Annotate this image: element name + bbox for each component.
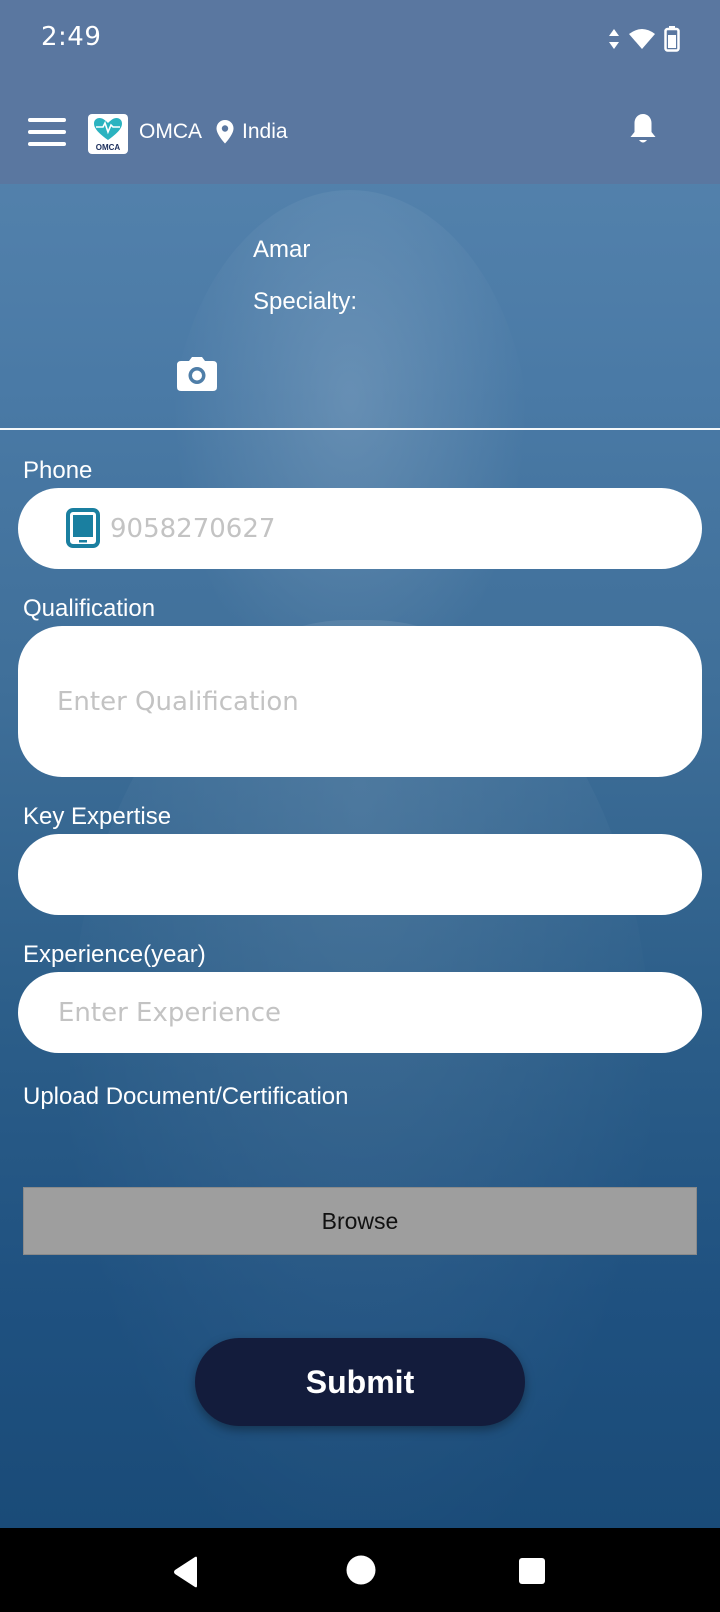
location-pin-icon[interactable] (216, 120, 234, 148)
upload-label: Upload Document/Certification (23, 1083, 349, 1110)
key-expertise-field[interactable] (18, 834, 702, 915)
phone-field[interactable] (18, 488, 702, 569)
submit-button[interactable]: Submit (195, 1338, 525, 1426)
key-expertise-input[interactable] (18, 834, 702, 915)
profile-name: Amar (253, 236, 311, 263)
wifi-icon (628, 27, 656, 55)
navigation-bar (0, 1528, 720, 1612)
status-time: 2:49 (41, 22, 102, 52)
app-logo: OMCA (88, 114, 128, 154)
profile-divider (0, 428, 720, 430)
battery-icon (664, 26, 680, 56)
app-header: OMCA OMCA India (0, 80, 720, 184)
heart-pulse-icon (94, 118, 122, 140)
qualification-field[interactable] (18, 626, 702, 777)
home-circle-icon[interactable] (346, 1555, 376, 1589)
experience-input[interactable] (18, 972, 702, 1053)
logo-text: OMCA (95, 143, 121, 152)
phone-input[interactable] (18, 488, 702, 569)
status-icons (608, 26, 680, 56)
recents-square-icon[interactable] (518, 1557, 546, 1589)
status-bar: 2:49 (0, 0, 720, 80)
app-title: OMCA (139, 120, 202, 143)
qualification-label: Qualification (23, 595, 156, 622)
camera-icon[interactable] (176, 356, 218, 396)
key-expertise-label: Key Expertise (23, 803, 172, 830)
hamburger-menu-icon[interactable] (28, 118, 66, 146)
qualification-input[interactable] (18, 626, 702, 777)
experience-field[interactable] (18, 972, 702, 1053)
bell-icon[interactable] (628, 112, 658, 150)
phone-label: Phone (23, 457, 93, 484)
data-transfer-icon (608, 28, 620, 54)
browse-button[interactable]: Browse (23, 1187, 697, 1255)
back-triangle-icon[interactable] (172, 1556, 200, 1592)
location-text[interactable]: India (242, 120, 288, 144)
experience-label: Experience(year) (23, 941, 206, 968)
profile-specialty: Specialty: (253, 288, 358, 315)
